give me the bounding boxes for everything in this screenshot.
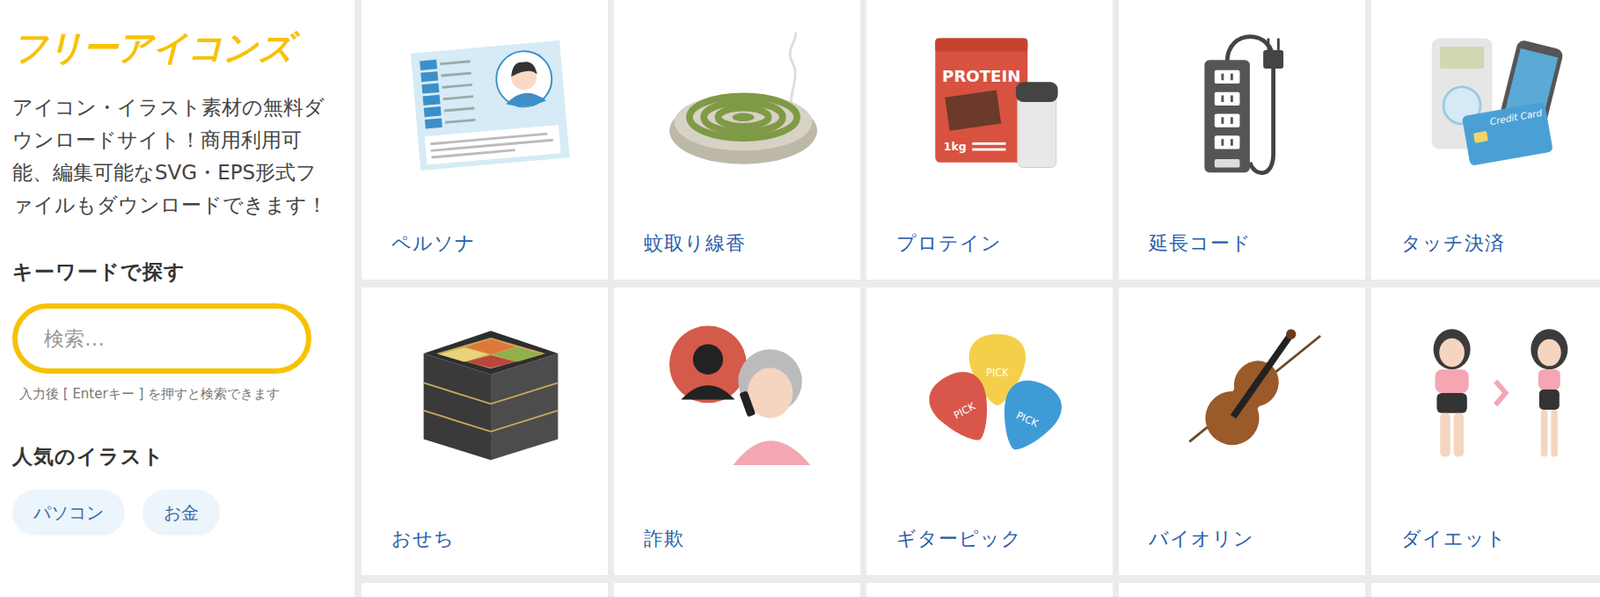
touch-payment-icon: Credit Card bbox=[1408, 24, 1593, 183]
card-label[interactable]: ギターピック bbox=[896, 526, 1096, 553]
sidebar: フリーアイコンズアイコン・イラスト素材の無料ダウンロードサイト！商用利用可能、編… bbox=[0, 0, 355, 597]
icon-card[interactable]: 詐欺 bbox=[613, 287, 861, 576]
extension-cord-icon bbox=[1155, 24, 1341, 183]
fraud-icon bbox=[650, 312, 836, 471]
card-label[interactable]: 詐欺 bbox=[643, 526, 843, 553]
protein-icon: PROTEIN 1kg bbox=[903, 24, 1089, 183]
icon-card[interactable] bbox=[613, 583, 861, 597]
site-logo[interactable]: フリーアイコンズ bbox=[12, 26, 337, 69]
card-label[interactable]: 蚊取り線香 bbox=[643, 230, 843, 257]
guitar-pick-icon: PICK PICK PICK bbox=[903, 312, 1089, 471]
violin-icon bbox=[1155, 312, 1341, 471]
card-label[interactable]: タッチ決済 bbox=[1401, 230, 1600, 257]
tag-pill[interactable]: パソコン bbox=[12, 489, 125, 536]
icon-card[interactable] bbox=[866, 583, 1113, 597]
svg-text:PICK: PICK bbox=[986, 366, 1009, 380]
svg-text:PICK: PICK bbox=[951, 400, 979, 423]
diet-icon bbox=[1408, 312, 1593, 471]
svg-text:Credit Card: Credit Card bbox=[1489, 107, 1543, 127]
svg-text:PROTEIN: PROTEIN bbox=[942, 66, 1021, 86]
icon-card[interactable]: おせち bbox=[361, 287, 608, 576]
icon-card[interactable]: 蚊取り線香 bbox=[613, 0, 861, 280]
icon-card[interactable]: Credit Card タッチ決済 bbox=[1371, 0, 1600, 280]
card-label[interactable]: 延長コード bbox=[1148, 230, 1348, 257]
page: フリーアイコンズアイコン・イラスト素材の無料ダウンロードサイト！商用利用可能、編… bbox=[0, 0, 1600, 597]
popular-tags: パソコンお金 bbox=[12, 489, 337, 536]
icon-card[interactable]: 延長コード bbox=[1118, 0, 1366, 280]
card-label[interactable]: おせち bbox=[391, 526, 591, 553]
icon-card[interactable]: PICK PICK PICK ギターピック bbox=[866, 287, 1113, 576]
svg-text:1kg: 1kg bbox=[943, 139, 967, 154]
card-label[interactable]: プロテイン bbox=[896, 230, 1096, 257]
search-heading: キーワードで探す bbox=[12, 258, 337, 286]
card-label[interactable]: ダイエット bbox=[1401, 526, 1600, 553]
osechi-icon bbox=[398, 312, 584, 471]
site-description: アイコン・イラスト素材の無料ダウンロードサイト！商用利用可能、編集可能なSVG・… bbox=[12, 91, 329, 222]
tag-pill[interactable]: お金 bbox=[142, 489, 220, 536]
icon-card[interactable] bbox=[1118, 583, 1366, 597]
mosquito-coil-icon bbox=[650, 24, 836, 183]
icon-card[interactable] bbox=[1371, 583, 1600, 597]
icon-card[interactable]: ダイエット bbox=[1371, 287, 1600, 576]
popular-heading: 人気のイラスト bbox=[12, 443, 337, 471]
icon-card[interactable]: バイオリン bbox=[1118, 287, 1366, 576]
card-label[interactable]: ペルソナ bbox=[391, 230, 591, 257]
icon-card[interactable]: ペルソナ bbox=[361, 0, 608, 280]
persona-icon bbox=[398, 24, 584, 183]
icon-grid: ペルソナ 蚊取り線香 PROTEIN 1kg プロテイン 延長コード Credit Card… bbox=[354, 0, 1600, 597]
svg-text:PICK: PICK bbox=[1014, 409, 1041, 430]
icon-card[interactable] bbox=[361, 583, 608, 597]
card-label[interactable]: バイオリン bbox=[1148, 526, 1348, 553]
search-input[interactable] bbox=[12, 303, 312, 374]
icon-card[interactable]: PROTEIN 1kg プロテイン bbox=[866, 0, 1113, 280]
search-hint: 入力後 [ Enterキー ] を押すと検索できます bbox=[12, 386, 337, 403]
